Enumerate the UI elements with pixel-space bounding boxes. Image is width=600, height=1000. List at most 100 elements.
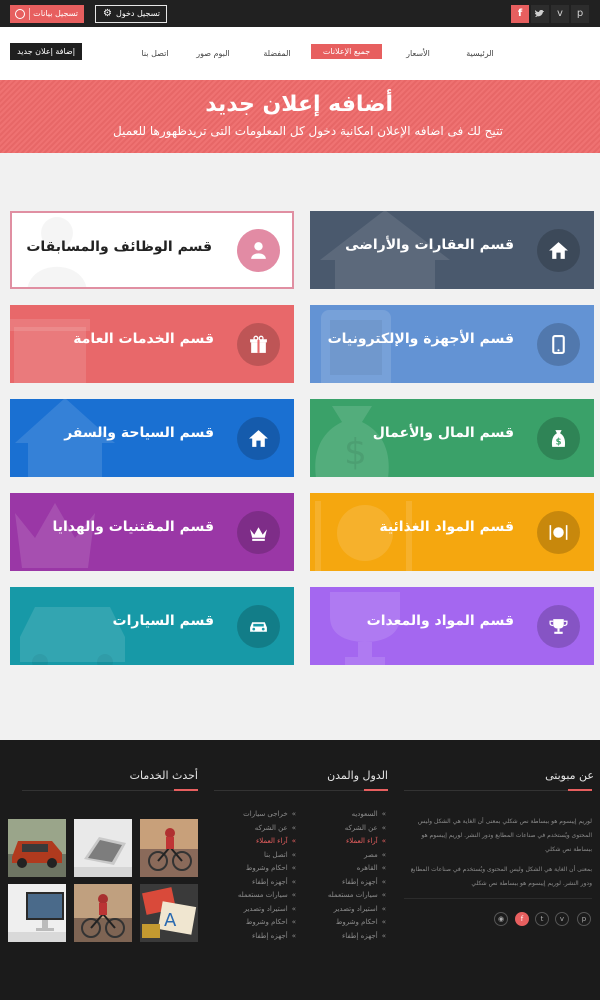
footer-link[interactable]: »خراجى سيارات	[214, 810, 296, 824]
service-thumbnail[interactable]	[140, 819, 198, 877]
nav-item-home[interactable]: الرئيسية	[450, 47, 510, 61]
category-card-services[interactable]: قسم الخدمات العامة	[10, 305, 294, 383]
add-ad-button[interactable]: إضافة إعلان جديد	[10, 43, 82, 60]
home-icon	[537, 229, 580, 272]
category-label: قسم المواد الغذائية	[379, 519, 514, 535]
category-card-jobs[interactable]: قسم الوظائف والمسابقات	[10, 211, 294, 289]
footer-link[interactable]: »عن الشركه	[214, 824, 296, 838]
footer-links-list: »خراجى سيارات »عن الشركه »آراء العملاء »…	[214, 810, 296, 945]
money-bag-icon: $	[537, 417, 580, 460]
hero-banner: أضافه إعلان جديد تتيح لك فى اضافه الإعلا…	[0, 80, 600, 153]
category-label: قسم المقتنيات والهدايا	[52, 519, 214, 535]
home-icon	[237, 417, 280, 460]
about-paragraph: بمعنى أن الغاية هي الشكل وليس المحتوى وي…	[410, 866, 592, 887]
footer-link[interactable]: »مصر	[300, 851, 386, 865]
category-label: قسم العقارات والأراضى	[345, 237, 514, 253]
footer-link[interactable]: »أجهزه إطفاء	[214, 878, 296, 892]
service-thumbnail[interactable]	[8, 819, 66, 877]
footer-about-text: لوريم إيبسوم هو ببساطة نص شكلي بمعنى أن …	[404, 815, 592, 897]
footer-link[interactable]: »آراء العملاء	[214, 837, 296, 851]
nav-item-all-ads[interactable]: جميع الإعلانات	[311, 44, 382, 59]
footer-link[interactable]: »آراء العملاء	[300, 837, 386, 851]
user-icon	[237, 229, 280, 272]
category-label: قسم الأجهزة والإلكترونيات	[327, 331, 514, 347]
tablet-icon	[537, 323, 580, 366]
category-card-cars[interactable]: قسم السيارات	[10, 587, 294, 665]
main-nav: إضافة إعلان جديد اتصل بنا البوم صور المف…	[0, 27, 600, 80]
footer-link[interactable]: »استيراد وتصدير	[300, 905, 386, 919]
top-bar: تسجيل بيانات ⚙ تسجيل دخول f v p	[0, 0, 600, 27]
login-button[interactable]: ⚙ تسجيل دخول	[95, 5, 167, 23]
svg-text:$: $	[344, 432, 367, 473]
footer-link[interactable]: »احكام وشروط	[214, 918, 296, 932]
car-icon	[237, 605, 280, 648]
page-subtitle: تتيح لك فى اضافه الإعلان امكانية دخول كل…	[113, 124, 503, 138]
gear-icon: ⚙	[103, 8, 112, 19]
facebook-icon[interactable]: f	[515, 912, 529, 926]
footer-link[interactable]: »احكام وشروط	[214, 864, 296, 878]
category-card-electronics[interactable]: قسم الأجهزة والإلكترونيات	[310, 305, 594, 383]
svg-text:$: $	[556, 436, 562, 446]
divider	[22, 789, 198, 791]
footer-countries-list: »السعوديه »عن الشركه »آراء العملاء »مصر …	[300, 810, 386, 945]
service-thumbnail[interactable]: A	[140, 884, 198, 942]
footer-link[interactable]: »سيارات مستعمله	[214, 891, 296, 905]
footer-link[interactable]: »أجهزه إطفاء	[300, 878, 386, 892]
footer-link[interactable]: »استيراد وتصدير	[214, 905, 296, 919]
nav-item-contact[interactable]: اتصل بنا	[130, 47, 180, 61]
category-label: قسم الخدمات العامة	[73, 331, 214, 347]
category-label: قسم السياحة والسفر	[64, 425, 214, 441]
category-label: قسم الوظائف والمسابقات	[26, 239, 212, 255]
page-title: أضافه إعلان جديد	[205, 92, 393, 117]
rss-icon[interactable]: ◉	[494, 912, 508, 926]
twitter-icon[interactable]: t	[535, 912, 549, 926]
footer-link[interactable]: »القاهره	[300, 864, 386, 878]
twitter-icon[interactable]	[531, 5, 549, 23]
category-card-collectibles[interactable]: قسم المقتنيات والهدايا	[10, 493, 294, 571]
social-links: f v p	[511, 5, 591, 23]
nav-item-prices[interactable]: الأسعار	[392, 47, 444, 61]
footer: عن مبوبتى لوريم إيبسوم هو ببساطة نص شكلي…	[0, 740, 600, 1000]
user-circle-icon	[15, 9, 25, 19]
food-icon	[537, 511, 580, 554]
category-card-food[interactable]: قسم المواد الغذائية	[310, 493, 594, 571]
category-card-real-estate[interactable]: قسم العقارات والأراضى	[310, 211, 594, 289]
footer-link[interactable]: »أجهزه إطفاء	[300, 932, 386, 946]
pinterest-icon[interactable]: p	[577, 912, 591, 926]
category-label: قسم المواد والمعدات	[366, 613, 514, 629]
category-card-equipment[interactable]: قسم المواد والمعدات	[310, 587, 594, 665]
about-paragraph: لوريم إيبسوم هو ببساطة نص شكلي بمعنى أن …	[417, 818, 592, 853]
divider	[404, 789, 592, 791]
divider	[29, 8, 30, 20]
nav-item-album[interactable]: البوم صور	[188, 47, 238, 61]
trophy-icon	[537, 605, 580, 648]
register-label: تسجيل بيانات	[33, 9, 78, 18]
login-label: تسجيل دخول	[116, 9, 160, 18]
divider	[214, 789, 388, 791]
footer-link[interactable]: »سيارات مستعمله	[300, 891, 386, 905]
category-label: قسم السيارات	[112, 613, 214, 629]
facebook-icon[interactable]: f	[511, 5, 529, 23]
category-card-finance[interactable]: $ قسم المال والأعمال $	[310, 399, 594, 477]
vimeo-icon[interactable]: v	[551, 5, 569, 23]
footer-link[interactable]: »عن الشركه	[300, 824, 386, 838]
service-thumbnail[interactable]	[74, 884, 132, 942]
footer-services-title: أحدث الخدمات	[129, 769, 198, 782]
gift-icon	[237, 323, 280, 366]
service-thumbnail[interactable]	[8, 884, 66, 942]
footer-link[interactable]: »أجهزه إطفاء	[214, 932, 296, 946]
service-thumbnail[interactable]	[74, 819, 132, 877]
category-label: قسم المال والأعمال	[372, 425, 514, 441]
footer-countries-title: الدول والمدن	[327, 769, 388, 782]
footer-about-title: عن مبوبتى	[545, 769, 594, 782]
category-card-tourism[interactable]: قسم السياحة والسفر	[10, 399, 294, 477]
footer-link[interactable]: »السعوديه	[300, 810, 386, 824]
crown-icon	[237, 511, 280, 554]
pinterest-icon[interactable]: p	[571, 5, 589, 23]
footer-link[interactable]: »اتصل بنا	[214, 851, 296, 865]
nav-item-favorites[interactable]: المفضلة	[252, 47, 302, 61]
vimeo-icon[interactable]: v	[555, 912, 569, 926]
footer-link[interactable]: »احكام وشروط	[300, 918, 386, 932]
divider	[404, 898, 592, 899]
register-button[interactable]: تسجيل بيانات	[10, 5, 84, 23]
